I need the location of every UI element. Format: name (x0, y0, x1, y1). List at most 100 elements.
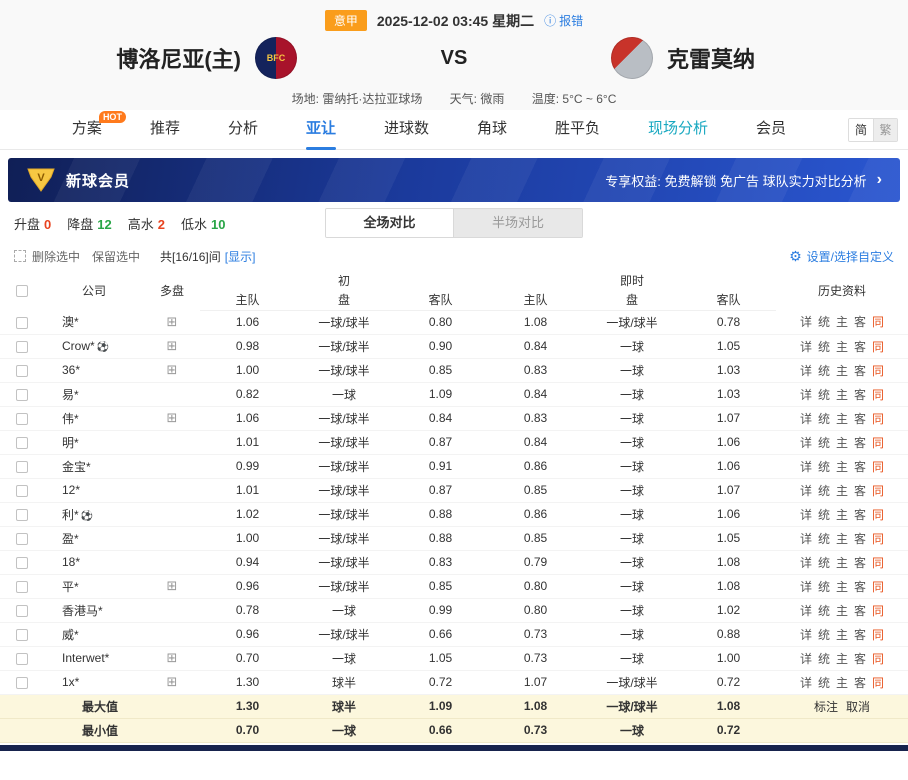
multi-odds-icon[interactable]: ⊞ (167, 410, 178, 425)
history-link[interactable]: 统 (818, 652, 830, 666)
history-link[interactable]: 详 (800, 580, 812, 594)
history-link[interactable]: 详 (800, 388, 812, 402)
company-name[interactable]: 1x* (62, 675, 79, 689)
multi-odds-icon[interactable]: ⊞ (167, 650, 178, 665)
history-link[interactable]: 统 (818, 460, 830, 474)
history-link[interactable]: 详 (800, 556, 812, 570)
history-link[interactable]: 主 (836, 315, 848, 329)
history-link[interactable]: 客 (854, 484, 866, 498)
row-checkbox[interactable] (16, 557, 28, 569)
company-name[interactable]: 澳* (62, 315, 79, 329)
history-link[interactable]: 主 (836, 484, 848, 498)
settings-button[interactable]: ⚙ 设置/选择自定义 (789, 248, 894, 265)
nav-tab-5[interactable]: 角球 (477, 110, 507, 150)
history-link[interactable]: 同 (872, 508, 884, 522)
nav-tab-6[interactable]: 胜平负 (555, 110, 600, 150)
row-checkbox[interactable] (16, 365, 28, 377)
history-link[interactable]: 同 (872, 364, 884, 378)
full-match-toggle[interactable]: 全场对比 (326, 209, 454, 237)
history-link[interactable]: 客 (854, 652, 866, 666)
history-link[interactable]: 详 (800, 676, 812, 690)
history-link[interactable]: 详 (800, 364, 812, 378)
history-link[interactable]: 统 (818, 604, 830, 618)
history-link[interactable]: 详 (800, 604, 812, 618)
nav-tab-7[interactable]: 现场分析 (648, 110, 708, 150)
history-link[interactable]: 详 (800, 532, 812, 546)
history-link[interactable]: 客 (854, 412, 866, 426)
nav-tab-3[interactable]: 亚让 (306, 110, 336, 150)
row-checkbox[interactable] (16, 485, 28, 497)
history-link[interactable]: 主 (836, 508, 848, 522)
nav-tab-1[interactable]: 推荐 (150, 110, 180, 150)
history-link[interactable]: 同 (872, 315, 884, 329)
report-error-link[interactable]: ⓘ 报错 (544, 12, 583, 29)
half-match-toggle[interactable]: 半场对比 (454, 209, 582, 237)
history-link[interactable]: 同 (872, 388, 884, 402)
history-link[interactable]: 客 (854, 508, 866, 522)
multi-odds-icon[interactable]: ⊞ (167, 314, 178, 329)
history-link[interactable]: 统 (818, 508, 830, 522)
history-link[interactable]: 客 (854, 340, 866, 354)
history-link[interactable]: 主 (836, 436, 848, 450)
company-name[interactable]: 香港马* (62, 604, 103, 618)
company-name[interactable]: 明* (62, 436, 79, 450)
history-link[interactable]: 主 (836, 340, 848, 354)
history-link[interactable]: 同 (872, 628, 884, 642)
history-link[interactable]: 同 (872, 532, 884, 546)
member-banner[interactable]: V 新球会员 专享权益: 免费解锁 免广告 球队实力对比分析 › (8, 158, 900, 202)
history-link[interactable]: 客 (854, 364, 866, 378)
company-name[interactable]: 平* (62, 580, 79, 594)
nav-tab-8[interactable]: 会员 (756, 110, 786, 150)
history-link[interactable]: 同 (872, 556, 884, 570)
history-link[interactable]: 详 (800, 340, 812, 354)
keep-selected-button[interactable]: 保留选中 (92, 248, 140, 265)
company-name[interactable]: 威* (62, 628, 79, 642)
row-checkbox[interactable] (16, 509, 28, 521)
history-link[interactable]: 同 (872, 652, 884, 666)
summary-action[interactable]: 标注 (814, 700, 838, 714)
history-link[interactable]: 客 (854, 604, 866, 618)
history-link[interactable]: 主 (836, 628, 848, 642)
history-link[interactable]: 客 (854, 460, 866, 474)
history-link[interactable]: 详 (800, 460, 812, 474)
company-name[interactable]: 12* (62, 483, 80, 497)
history-link[interactable]: 主 (836, 364, 848, 378)
history-link[interactable]: 同 (872, 436, 884, 450)
history-link[interactable]: 主 (836, 388, 848, 402)
row-checkbox[interactable] (16, 389, 28, 401)
row-checkbox[interactable] (16, 605, 28, 617)
lang-traditional-button[interactable]: 繁 (873, 119, 897, 141)
row-checkbox[interactable] (16, 413, 28, 425)
company-name[interactable]: 伟* (62, 412, 79, 426)
history-link[interactable]: 客 (854, 628, 866, 642)
history-link[interactable]: 同 (872, 340, 884, 354)
history-link[interactable]: 同 (872, 676, 884, 690)
history-link[interactable]: 客 (854, 580, 866, 594)
multi-odds-icon[interactable]: ⊞ (167, 338, 178, 353)
company-name[interactable]: 金宝* (62, 460, 91, 474)
history-link[interactable]: 主 (836, 460, 848, 474)
history-link[interactable]: 客 (854, 676, 866, 690)
history-link[interactable]: 统 (818, 340, 830, 354)
multi-odds-icon[interactable]: ⊞ (167, 362, 178, 377)
history-link[interactable]: 同 (872, 412, 884, 426)
history-link[interactable]: 主 (836, 652, 848, 666)
history-link[interactable]: 客 (854, 315, 866, 329)
history-link[interactable]: 同 (872, 580, 884, 594)
history-link[interactable]: 统 (818, 580, 830, 594)
row-checkbox[interactable] (16, 533, 28, 545)
company-name[interactable]: Interwet* (62, 651, 109, 665)
history-link[interactable]: 主 (836, 676, 848, 690)
history-link[interactable]: 详 (800, 412, 812, 426)
row-checkbox[interactable] (16, 581, 28, 593)
history-link[interactable]: 统 (818, 364, 830, 378)
history-link[interactable]: 统 (818, 532, 830, 546)
history-link[interactable]: 详 (800, 652, 812, 666)
row-checkbox[interactable] (16, 437, 28, 449)
company-name[interactable]: 36* (62, 363, 80, 377)
history-link[interactable]: 统 (818, 315, 830, 329)
row-checkbox[interactable] (16, 677, 28, 689)
row-checkbox[interactable] (16, 341, 28, 353)
history-link[interactable]: 主 (836, 580, 848, 594)
history-link[interactable]: 主 (836, 532, 848, 546)
